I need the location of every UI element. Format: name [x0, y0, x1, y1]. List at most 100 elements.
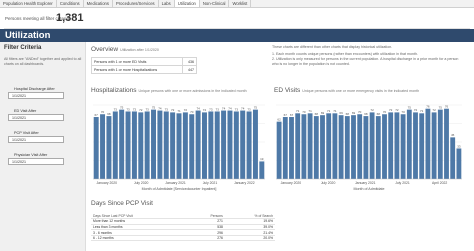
tab-population-health-explorer[interactable]: Population Health Explorer [0, 0, 57, 7]
ed-data-label: 33 [457, 144, 461, 148]
tab-labs[interactable]: Labs [159, 0, 175, 7]
ed-bar[interactable] [431, 112, 437, 179]
hosp-bar[interactable] [214, 111, 220, 179]
hosp-bar[interactable] [227, 110, 233, 179]
ed-bar[interactable] [406, 109, 412, 179]
ed-data-label: 62 [277, 117, 281, 121]
ed-bar[interactable] [313, 116, 319, 179]
hosp-data-label: 68 [107, 112, 111, 116]
hosp-bar[interactable] [157, 110, 163, 179]
physician-visit-after-input[interactable]: 1/1/2021 [8, 158, 64, 165]
ed-data-label: 72 [370, 108, 374, 112]
ed-chart-heading: ED Visits Unique persons with one or more… [274, 87, 419, 94]
hosp-bar[interactable] [252, 109, 258, 179]
ed-data-label: 71 [327, 109, 331, 113]
ed-bar[interactable] [388, 112, 394, 179]
hosp-bar[interactable] [151, 109, 157, 179]
ed-bar[interactable] [400, 114, 406, 179]
ed-bar[interactable] [351, 115, 356, 179]
hosp-bar[interactable] [106, 116, 112, 179]
ed-bar[interactable] [326, 113, 332, 179]
ed-bar[interactable] [375, 116, 381, 179]
pcp-visit-after-value: 1/1/2021 [12, 138, 26, 142]
ed-bar[interactable] [289, 117, 294, 179]
hosp-bar[interactable] [246, 111, 252, 179]
tab-worklist[interactable]: Worklist [229, 0, 252, 7]
hosp-bar[interactable] [131, 111, 137, 179]
ed-bar[interactable] [320, 115, 325, 179]
pcp-visit-after-input[interactable]: 1/1/2021 [8, 136, 64, 143]
hosp-bar[interactable] [125, 111, 131, 179]
ed-bar[interactable] [444, 108, 449, 179]
ed-bar[interactable] [382, 114, 387, 179]
hosp-bar[interactable] [112, 111, 118, 179]
tab-non-clinical[interactable]: Non-Clinical [200, 0, 230, 7]
hosp-bar[interactable] [138, 112, 144, 179]
hosp-bar[interactable] [259, 161, 265, 179]
hosp-data-label: 74 [222, 106, 226, 110]
ed-bar[interactable] [419, 113, 425, 179]
hosp-bar[interactable] [201, 112, 207, 179]
hosp-bar[interactable] [176, 113, 182, 179]
ed-data-label: 71 [420, 109, 424, 113]
hosp-bar[interactable] [119, 109, 125, 179]
ed-bar[interactable] [394, 112, 400, 179]
tab-procedures-services[interactable]: Procedures/Services [113, 0, 159, 7]
overview-hosp-value: 447 [182, 65, 197, 74]
row-label: 6 - 12 months [91, 235, 189, 242]
hosp-bar[interactable] [233, 111, 239, 179]
tab-conditions[interactable]: Conditions [57, 0, 84, 7]
hosp-bar[interactable] [195, 110, 201, 179]
filter-label-hospital-discharge: Hospital Discharge After [14, 87, 55, 91]
tab-utilization[interactable]: Utilization [174, 0, 200, 7]
ed-bar[interactable] [301, 114, 307, 179]
ed-bar[interactable] [338, 115, 344, 179]
hosp-bar[interactable] [100, 114, 106, 179]
ed-bar[interactable] [369, 112, 375, 179]
ed-x-axis-title: Month of Admitdate [354, 187, 385, 191]
ed-visit-after-input[interactable]: 1/1/2021 [8, 114, 64, 121]
hosp-data-label: 72 [203, 108, 207, 112]
note-line: 2. Utilization is only measured for pers… [272, 57, 459, 66]
ed-bar[interactable] [357, 114, 363, 179]
ed-chart-title: ED Visits [274, 87, 301, 94]
ed-bar[interactable] [363, 116, 369, 179]
overview-hosp-label: Persons with 1 or more Hospitalizations [91, 65, 183, 74]
days-since-pcp-title: Days Since PCP Visit [91, 200, 153, 207]
patient-count-value: 1,381 [56, 12, 84, 24]
tab-medications[interactable]: Medications [84, 0, 113, 7]
ed-bar[interactable] [450, 137, 456, 179]
ed-data-label: 68 [315, 112, 319, 116]
ed-bar[interactable] [425, 108, 431, 179]
ed-data-label: 71 [308, 109, 312, 113]
hosp-bar[interactable] [170, 112, 176, 179]
ed-bar[interactable] [276, 121, 282, 179]
ed-data-label: 68 [377, 112, 381, 116]
hosp-bar[interactable] [93, 117, 99, 179]
hosp-data-label: 72 [139, 108, 143, 112]
hosp-bar[interactable] [221, 110, 227, 179]
ed-bar[interactable] [307, 113, 313, 179]
ed-bar[interactable] [282, 117, 288, 179]
ed-data-label: 76 [445, 105, 449, 109]
hospitalizations-chart: 6770 6873 75 73 73 72 73 75 74 73 72 71 72 7074 72 73 73… [93, 104, 265, 191]
ed-bar[interactable] [344, 116, 350, 179]
hosp-bar[interactable] [182, 112, 188, 179]
row-persons: 276 [188, 235, 225, 242]
hospital-discharge-after-input[interactable]: 1/1/2021 [8, 92, 64, 99]
ed-data-label: 71 [333, 109, 337, 113]
hosp-bar[interactable] [189, 114, 195, 179]
hosp-bar[interactable] [240, 110, 246, 179]
ed-data-label: 72 [389, 108, 393, 112]
ed-bar[interactable] [413, 112, 418, 179]
hosp-bar[interactable] [163, 111, 169, 179]
hosp-bar[interactable] [208, 111, 214, 179]
ed-bar[interactable] [332, 113, 338, 179]
ed-data-label: 71 [296, 109, 300, 113]
hosp-data-label: 19 [260, 157, 264, 161]
patient-count-bar: Persons meeting all filter criteria 1,38… [4, 12, 474, 26]
hosp-bar[interactable] [144, 111, 150, 179]
ed-bar[interactable] [456, 148, 462, 179]
ed-bar[interactable] [437, 109, 443, 179]
ed-bar[interactable] [295, 113, 301, 179]
